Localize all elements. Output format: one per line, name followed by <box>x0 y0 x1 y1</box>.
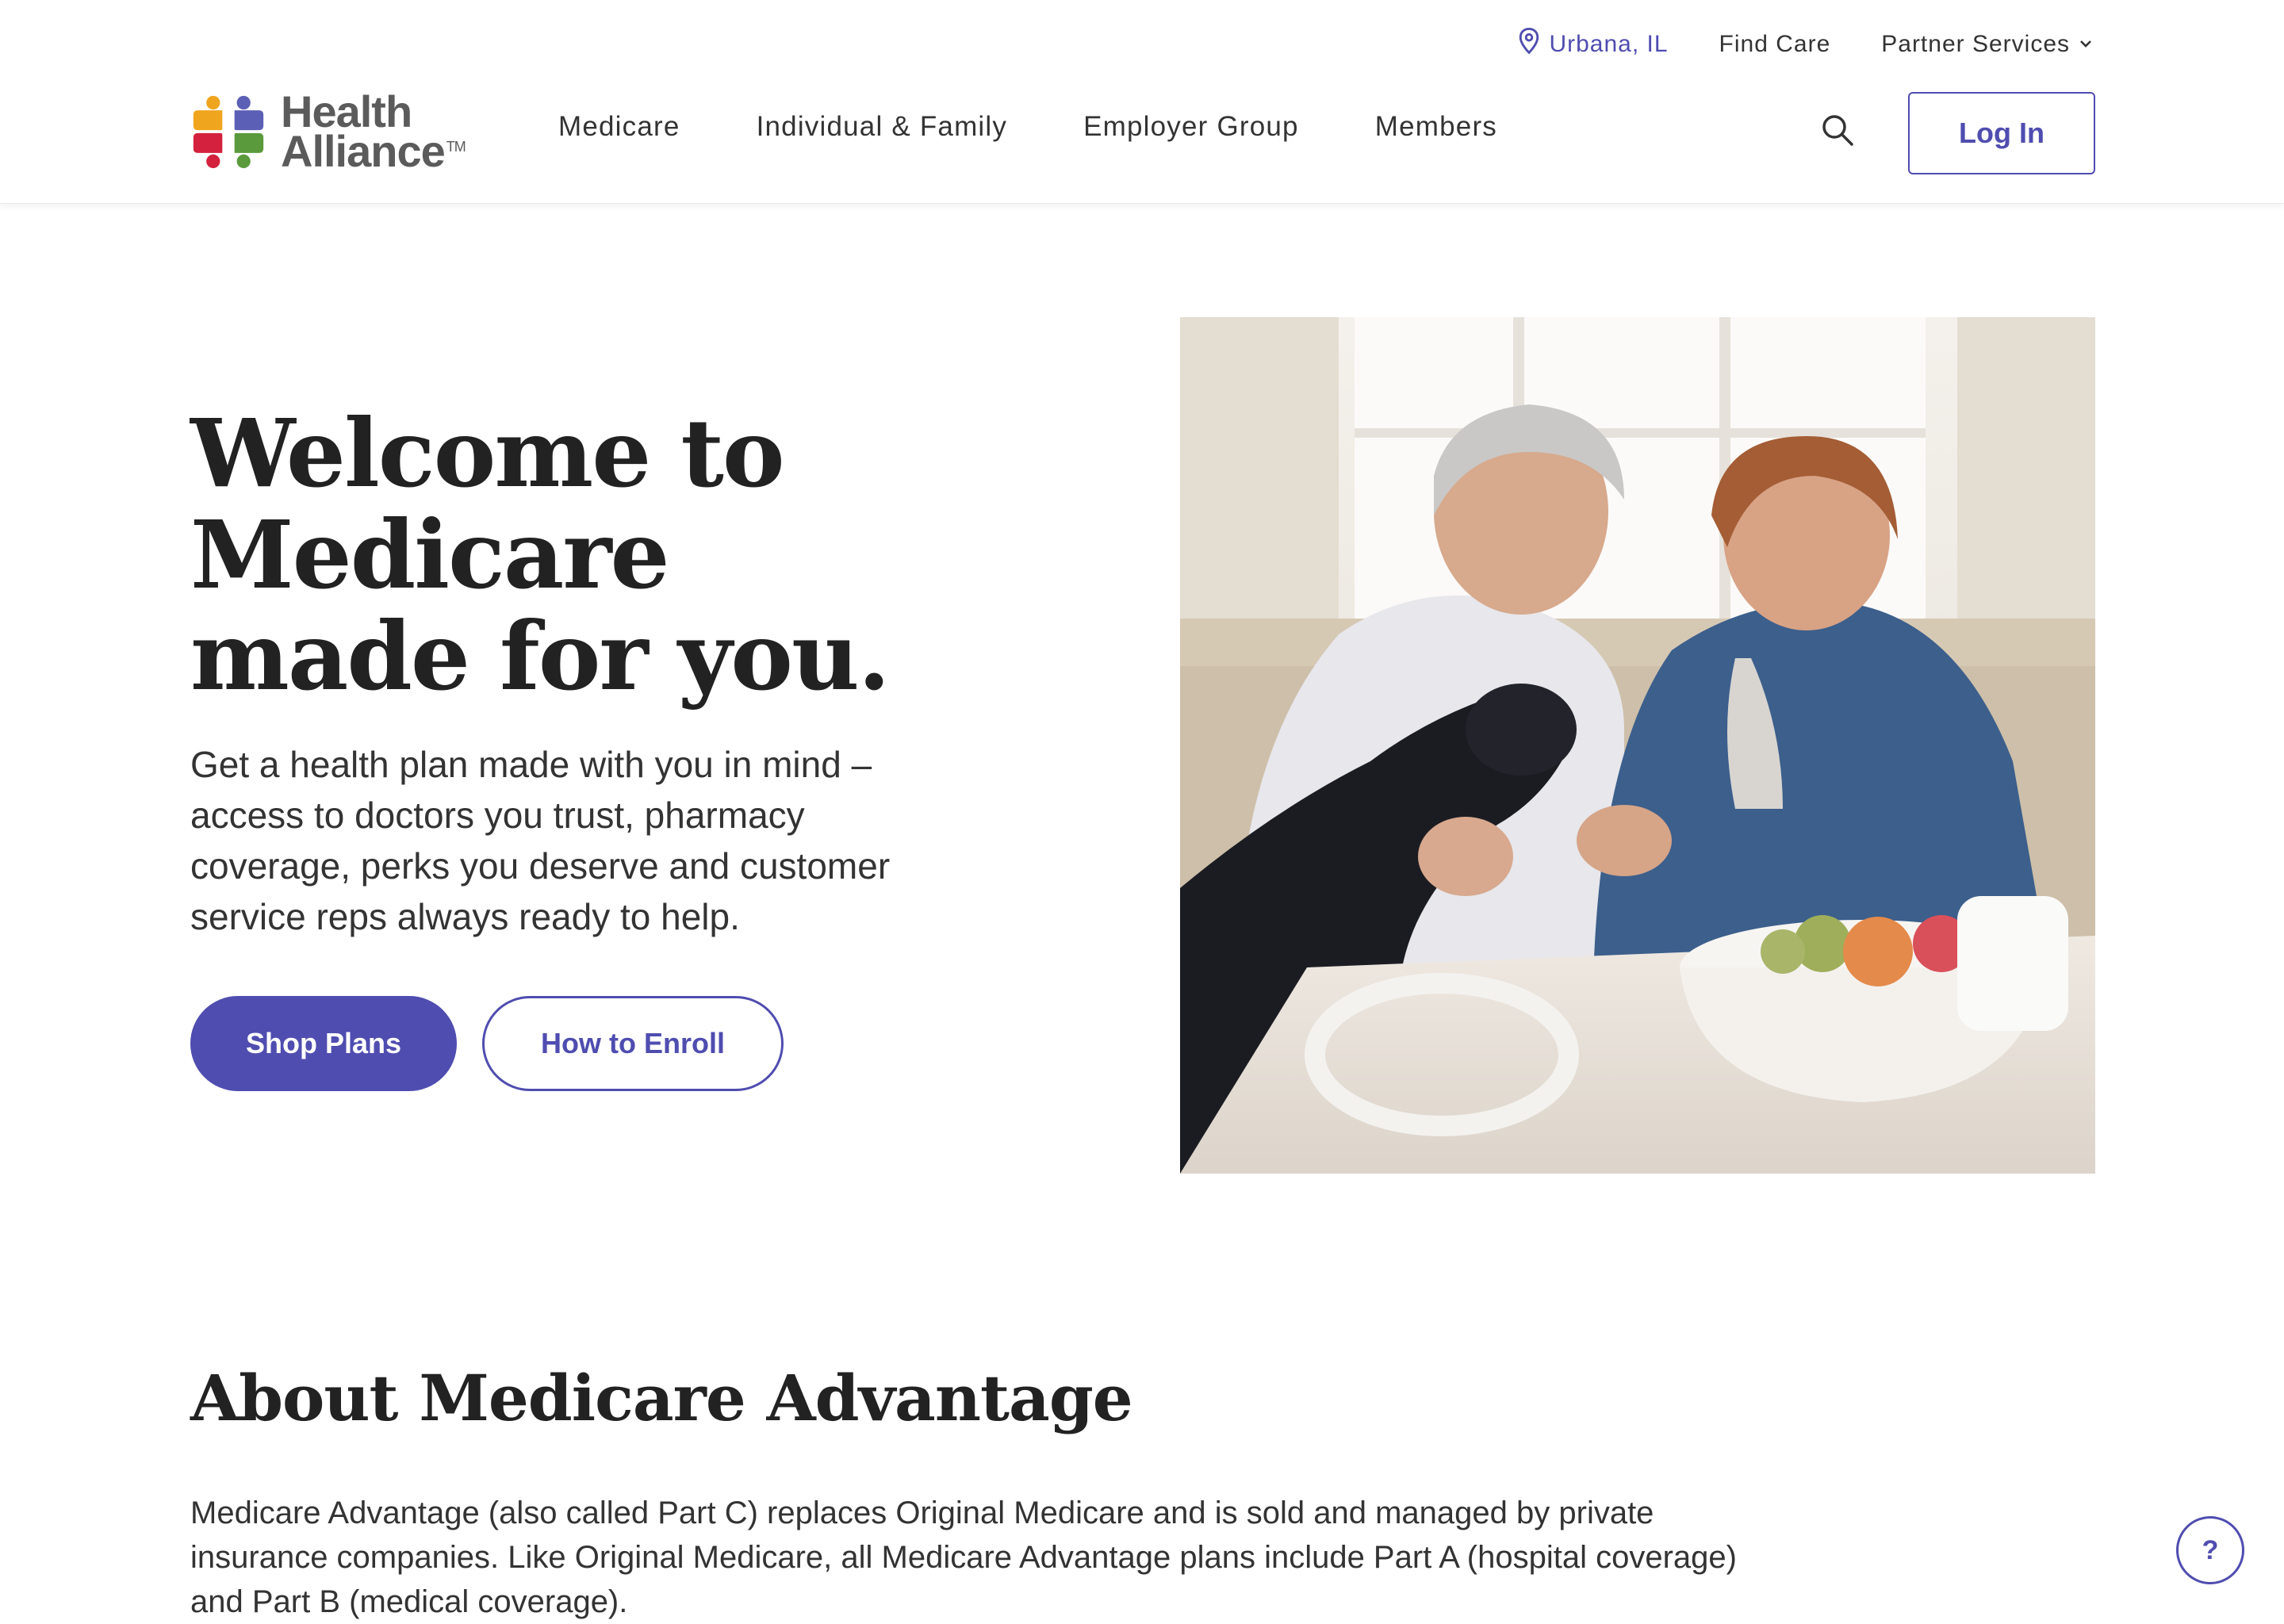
hero-title: Welcome to Medicare made for you. <box>190 398 891 711</box>
location-label: Urbana, IL <box>1549 31 1669 57</box>
search-icon[interactable] <box>1820 113 1855 147</box>
logo-wordmark: Health Alliance TM <box>281 90 466 174</box>
map-pin-icon <box>1517 27 1541 62</box>
trademark: TM <box>446 139 466 155</box>
nav-medicare[interactable]: Medicare <box>558 111 680 143</box>
nav-members[interactable]: Members <box>1375 111 1497 143</box>
utility-nav: Urbana, IL Find Care Partner Services <box>1517 27 2094 62</box>
hero-image <box>1180 317 2095 1174</box>
how-to-enroll-button[interactable]: How to Enroll <box>482 996 784 1091</box>
location-selector[interactable]: Urbana, IL <box>1517 27 1668 62</box>
nav-employer-group[interactable]: Employer Group <box>1083 111 1299 143</box>
health-alliance-logo[interactable]: Health Alliance TM <box>190 90 466 174</box>
logo-line-2: Alliance TM <box>281 129 466 174</box>
main-nav: Medicare Individual & Family Employer Gr… <box>558 111 1497 143</box>
login-button[interactable]: Log In <box>1908 92 2095 174</box>
about-body: Medicare Advantage (also called Part C) … <box>190 1496 1737 1619</box>
site-header: Urbana, IL Find Care Partner Services He <box>0 0 2284 204</box>
logo-line-2-text: Alliance <box>281 126 446 176</box>
hero-photo-illustration <box>1180 317 2095 1174</box>
partner-services-label: Partner Services <box>1881 31 2070 57</box>
help-button[interactable]: ? <box>2176 1516 2244 1584</box>
about-title: About Medicare Advantage <box>190 1361 1133 1435</box>
chevron-down-icon <box>2078 31 2094 58</box>
find-care-link[interactable]: Find Care <box>1719 31 1831 58</box>
partner-services-menu[interactable]: Partner Services <box>1881 31 2094 58</box>
logo-mark-icon <box>193 95 264 169</box>
hero-subtitle: Get a health plan made with you in mind … <box>190 744 891 937</box>
shop-plans-button[interactable]: Shop Plans <box>190 996 457 1091</box>
nav-individual-family[interactable]: Individual & Family <box>757 111 1008 143</box>
